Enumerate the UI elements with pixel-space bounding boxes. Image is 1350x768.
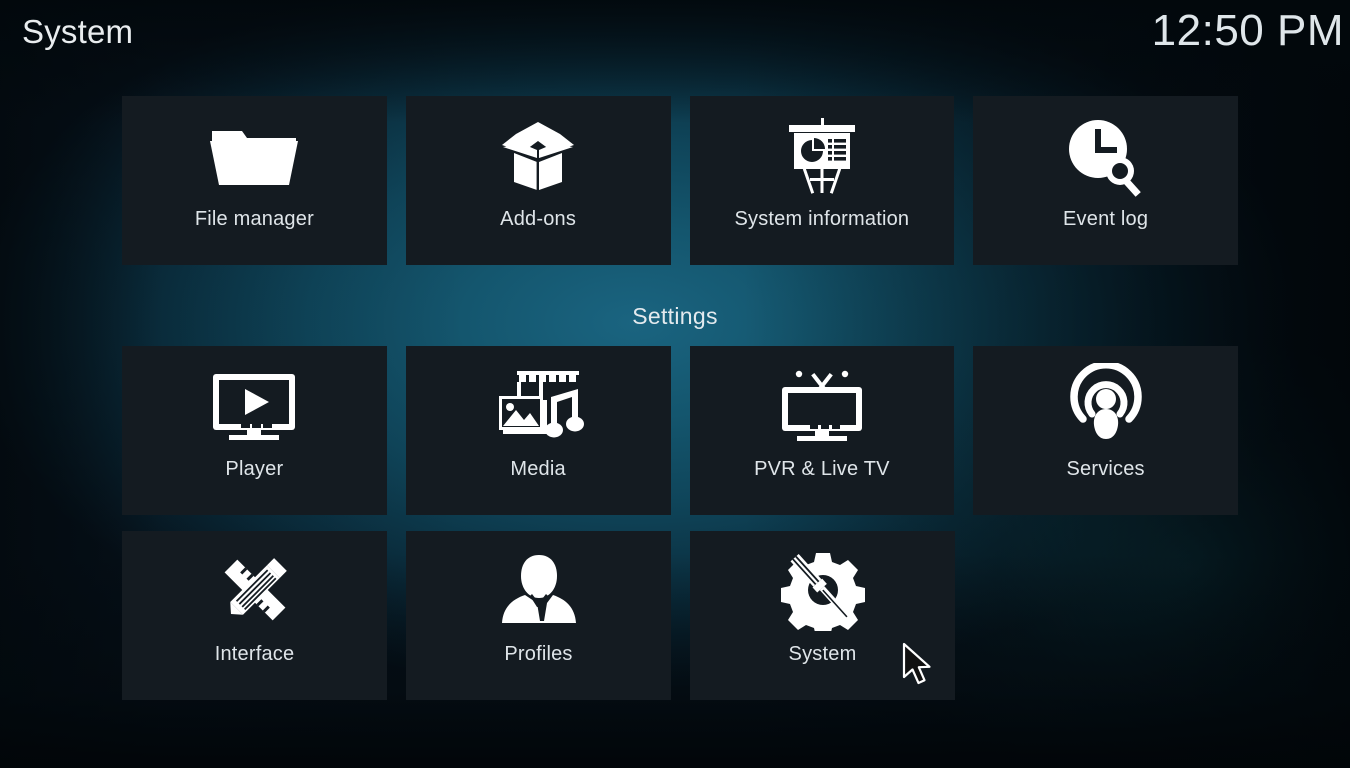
television-antenna-icon [690, 346, 955, 458]
tile-label: System [788, 643, 857, 665]
tile-label: Player [225, 458, 284, 480]
tile-label: Profiles [504, 643, 573, 665]
clock-search-icon [973, 96, 1238, 208]
filmstrip-photo-music-icon [406, 346, 671, 458]
tile-system[interactable]: System [690, 531, 955, 700]
tile-interface[interactable]: Interface [122, 531, 387, 700]
broadcast-podcast-icon [973, 346, 1238, 458]
person-bust-icon [406, 531, 671, 643]
presentation-chart-icon [690, 96, 955, 208]
clock-label: 12:50 PM [1151, 6, 1344, 55]
tile-label: Services [1066, 458, 1145, 480]
gear-screwdriver-icon [690, 531, 955, 643]
tile-pvr-live-tv[interactable]: PVR & Live TV [689, 346, 955, 515]
tile-label: Media [510, 458, 566, 480]
tile-profiles[interactable]: Profiles [406, 531, 671, 700]
settings-section-header: Settings [632, 303, 718, 329]
tile-label: Event log [1063, 208, 1149, 230]
folder-icon [122, 96, 387, 208]
tile-file-manager[interactable]: File manager [122, 96, 387, 265]
page-title: System [22, 13, 134, 50]
tile-row-middle: Player Media PVR & Live TV Services [122, 346, 1238, 515]
tile-system-information[interactable]: System information [689, 96, 955, 265]
tile-add-ons[interactable]: Add-ons [405, 96, 671, 265]
tile-row-top: File manager Add-ons System information … [122, 96, 1238, 265]
tile-label: PVR & Live TV [754, 458, 890, 480]
header-bar: System 12:50 PM [0, 0, 1350, 72]
tile-player[interactable]: Player [122, 346, 387, 515]
pencil-ruler-icon [122, 531, 387, 643]
tile-event-log[interactable]: Event log [973, 96, 1238, 265]
package-box-icon [406, 96, 671, 208]
tile-label: File manager [194, 208, 314, 230]
tile-grid: File manager Add-ons System information … [0, 0, 1350, 768]
tile-media[interactable]: Media [405, 346, 671, 515]
tile-label: Add-ons [500, 208, 577, 230]
tile-label: Interface [214, 643, 295, 665]
tile-services[interactable]: Services [973, 346, 1238, 515]
tile-label: System information [734, 208, 910, 230]
monitor-play-icon [122, 346, 387, 458]
tile-row-bottom: Interface Profiles System [122, 531, 1238, 700]
kodi-system-screen: System 12:50 PM File manager Add-ons Sys… [0, 0, 1350, 768]
